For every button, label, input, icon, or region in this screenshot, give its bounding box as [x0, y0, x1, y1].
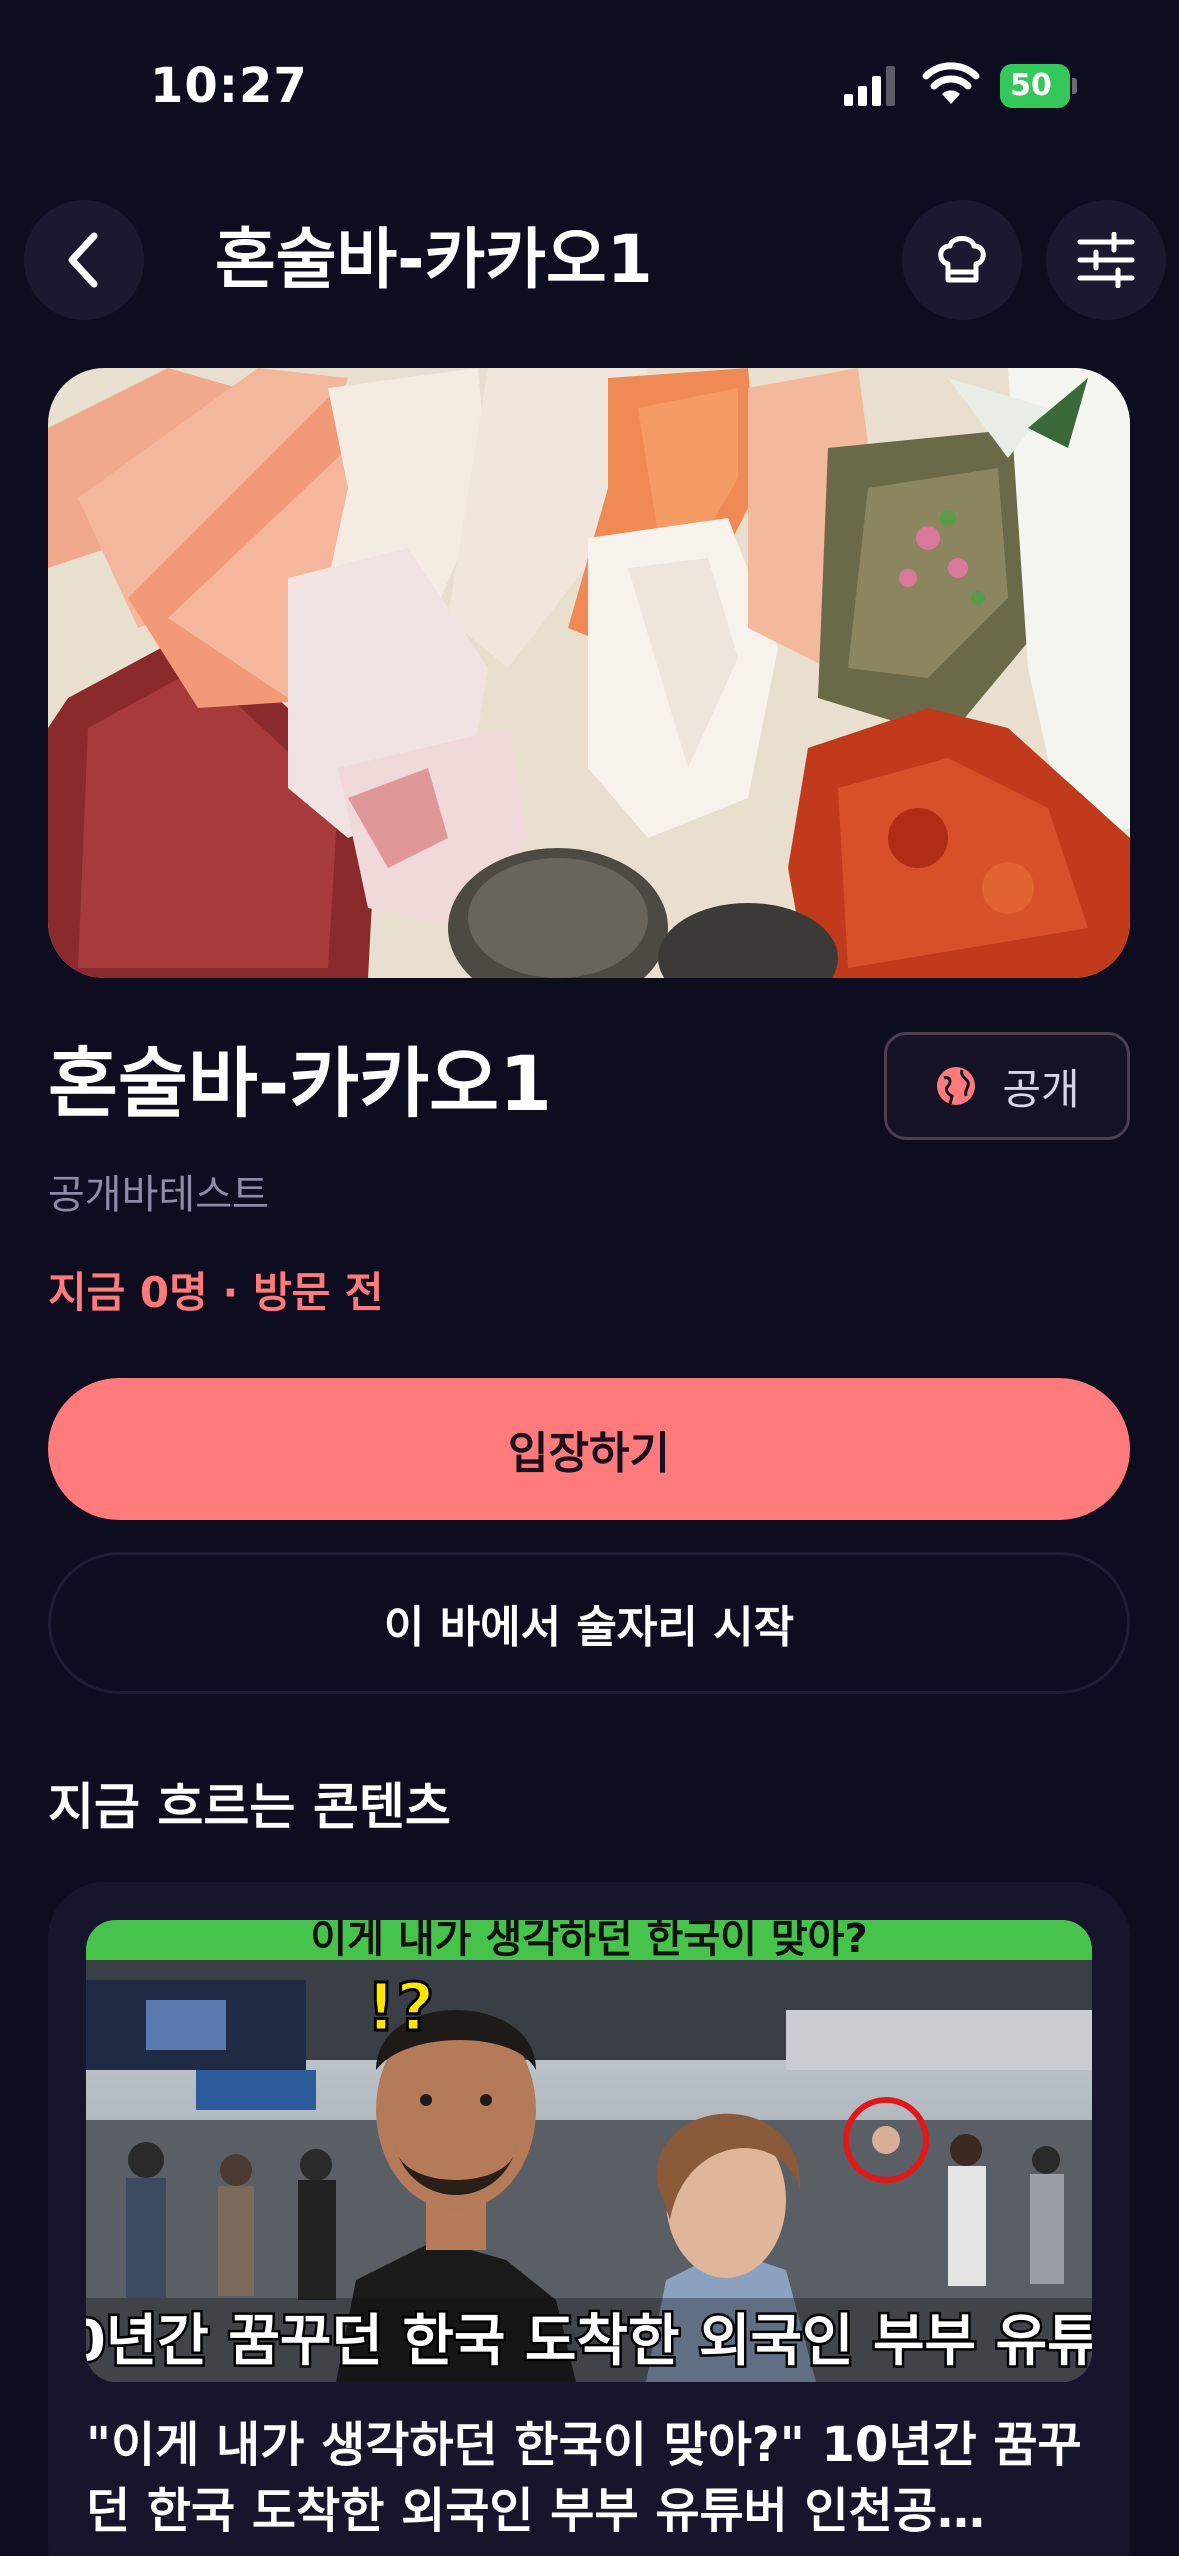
section-title: 지금 흐르는 콘텐츠	[48, 1778, 451, 1836]
sashimi-photo	[48, 368, 1130, 978]
chevron-left-icon	[68, 232, 98, 288]
visibility-button[interactable]: 공개	[884, 1032, 1130, 1140]
chef-hat-icon	[938, 236, 986, 283]
filter-settings-button[interactable]	[1046, 200, 1166, 320]
video-thumbnail-image: !? 이게 내가 생각하던 한국이 맞아? 10년간 꿈꾸던 한국 도착한 외국…	[86, 1920, 1092, 2382]
status-bar: 10:27 50	[0, 0, 1179, 170]
video-thumbnail[interactable]: !? 이게 내가 생각하던 한국이 맞아? 10년간 꿈꾸던 한국 도착한 외국…	[86, 1920, 1092, 2382]
bar-cover-image	[48, 368, 1130, 978]
thumbnail-caption-bottom: 10년간 꿈꾸던 한국 도착한 외국인 부부 유튜버	[86, 2309, 1092, 2374]
content-card[interactable]: !? 이게 내가 생각하던 한국이 맞아? 10년간 꿈꾸던 한국 도착한 외국…	[48, 1882, 1130, 2556]
battery-cap	[1072, 78, 1077, 94]
bar-status: 지금 0명 · 방문 전	[48, 1268, 384, 1317]
status-time: 10:27	[150, 58, 308, 114]
cellular-signal-icon	[844, 66, 895, 106]
bar-description: 공개바테스트	[48, 1172, 269, 1218]
svg-text:!?: !?	[366, 1969, 434, 2046]
wifi-icon	[922, 62, 980, 104]
sliders-icon	[1077, 232, 1135, 288]
globe-icon	[937, 1067, 976, 1105]
battery-indicator: 50	[1000, 64, 1077, 108]
bar-name: 혼술바-카카오1	[48, 1039, 552, 1128]
enter-button[interactable]: 입장하기	[48, 1378, 1130, 1520]
start-drinking-button[interactable]: 이 바에서 술자리 시작	[48, 1552, 1130, 1694]
battery-level: 50	[1010, 68, 1052, 103]
visibility-label: 공개	[1002, 1064, 1080, 1114]
content-title: "이게 내가 생각하던 한국이 맞아?" 10년간 꿈꾸던 한국 도착한 외국인…	[86, 2417, 1082, 2539]
back-button[interactable]	[24, 200, 144, 320]
page-title: 혼술바-카카오1	[215, 221, 653, 298]
thumbnail-caption-top: 이게 내가 생각하던 한국이 맞아?	[310, 1920, 867, 1962]
bartender-button[interactable]	[902, 200, 1022, 320]
